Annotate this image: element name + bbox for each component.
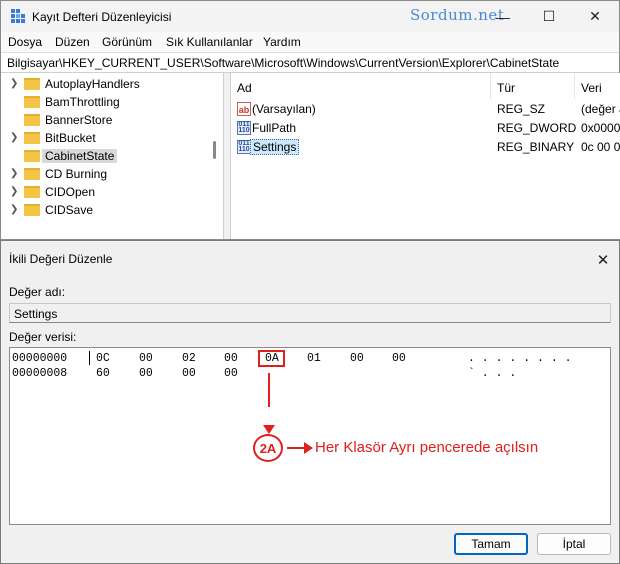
menu-help[interactable]: Yardım <box>263 35 301 49</box>
hex-byte[interactable]: 00 <box>350 352 364 365</box>
regedit-app-icon <box>11 9 25 23</box>
column-header-name[interactable]: Ad <box>237 81 252 95</box>
column-divider[interactable] <box>490 73 491 99</box>
column-header-type[interactable]: Tür <box>497 81 515 95</box>
folder-icon <box>24 96 40 108</box>
hex-cursor <box>89 351 90 365</box>
tree-item-label: BamThrottling <box>45 95 120 109</box>
menu-edit[interactable]: Düzen <box>55 35 90 49</box>
tree-item-cabinetstate[interactable]: CabinetState <box>1 147 211 165</box>
tree-item-label: CabinetState <box>42 149 118 163</box>
tree-item-label: AutoplayHandlers <box>45 77 140 91</box>
cancel-button[interactable]: İptal <box>537 533 611 555</box>
tree-item-label: BannerStore <box>45 113 113 127</box>
hex-byte[interactable]: 0C <box>96 352 110 365</box>
tree-item-label: BitBucket <box>45 131 96 145</box>
value-data-label: Değer verisi: <box>9 330 77 344</box>
menu-view[interactable]: Görünüm <box>102 35 152 49</box>
value-data: (değer ayarlanmamış) <box>581 102 620 116</box>
values-list-pane[interactable]: Ad Tür Veri ab (Varsayılan) REG_SZ (değe… <box>230 73 620 239</box>
hex-byte[interactable]: 60 <box>96 367 110 380</box>
value-type: REG_BINARY <box>497 140 575 154</box>
value-name-text: Settings <box>14 307 58 321</box>
title-bar[interactable]: Kayıt Defteri Düzenleyicisi Sordum.net —… <box>1 1 619 32</box>
tree-scrollbar-thumb[interactable] <box>213 141 216 159</box>
dialog-title: İkili Değeri Düzenle <box>9 252 113 266</box>
address-bar[interactable]: Bilgisayar\HKEY_CURRENT_USER\Software\Mi… <box>1 52 619 73</box>
hex-byte[interactable]: 00 <box>224 367 238 380</box>
ok-button[interactable]: Tamam <box>454 533 528 555</box>
value-name-label: Değer adı: <box>9 285 66 299</box>
tree-item-label: CIDOpen <box>45 185 96 199</box>
address-path: Bilgisayar\HKEY_CURRENT_USER\Software\Mi… <box>7 56 560 70</box>
chevron-right-icon[interactable]: ❯ <box>10 78 18 89</box>
tree-item-bannerstore[interactable]: BannerStore <box>1 111 211 129</box>
value-name: Settings <box>250 139 300 155</box>
value-data: 0x00000001 (1) <box>581 121 620 135</box>
string-value-icon: ab <box>237 102 251 116</box>
binary-value-icon: 011 110 <box>237 121 251 135</box>
registry-editor-window: Kayıt Defteri Düzenleyicisi Sordum.net —… <box>0 0 620 240</box>
hex-ascii: . . . . . . . . <box>468 352 572 365</box>
hex-byte[interactable]: 00 <box>224 352 238 365</box>
column-header-data[interactable]: Veri <box>581 81 602 95</box>
tree-item-cd-burning[interactable]: ❯ CD Burning <box>1 165 211 183</box>
folder-icon <box>24 114 40 126</box>
tree-item-bamthrottling[interactable]: BamThrottling <box>1 93 211 111</box>
arrow-right-icon <box>304 442 313 454</box>
arrow-down-icon <box>263 425 275 434</box>
hex-offset: 00000000 <box>12 352 68 365</box>
column-divider[interactable] <box>574 73 575 99</box>
value-row-settings[interactable]: 011110 Settings REG_BINARY 0c 00 02 00 0… <box>231 138 620 157</box>
tree-item-cidopen[interactable]: ❯ CIDOpen <box>1 183 211 201</box>
hex-byte[interactable]: 00 <box>182 367 196 380</box>
tree-item-bitbucket[interactable]: ❯ BitBucket <box>1 129 211 147</box>
chevron-right-icon[interactable]: ❯ <box>10 204 18 215</box>
value-type: REG_DWORD <box>497 121 577 135</box>
folder-icon <box>24 78 40 90</box>
hex-byte[interactable]: 01 <box>307 352 321 365</box>
menu-favorites[interactable]: Sık Kullanılanlar <box>166 35 253 49</box>
edit-binary-value-dialog: İkili Değeri Düzenle ✕ Değer adı: Settin… <box>0 240 620 564</box>
hex-byte[interactable]: 00 <box>139 352 153 365</box>
chevron-right-icon[interactable]: ❯ <box>10 186 18 197</box>
window-title: Kayıt Defteri Düzenleyicisi <box>32 10 172 24</box>
hex-ascii: ` . . . <box>468 367 517 380</box>
tree-item-label: CD Burning <box>45 167 108 181</box>
folder-icon <box>24 204 40 216</box>
annotation-arrow-line <box>268 373 270 407</box>
menu-bar: Dosya Düzen Görünüm Sık Kullanılanlar Ya… <box>1 32 619 52</box>
close-button[interactable]: ✕ <box>572 1 618 32</box>
value-name: FullPath <box>252 121 297 135</box>
folder-icon <box>24 150 40 162</box>
hex-editor[interactable]: 00000000 0C 00 02 00 0A 01 00 00 . . . .… <box>9 347 611 525</box>
binary-value-icon: 011 110 <box>237 140 251 154</box>
chevron-right-icon[interactable]: ❯ <box>10 168 18 179</box>
minimize-button[interactable]: — <box>480 1 526 32</box>
value-name: (Varsayılan) <box>252 102 316 116</box>
value-row-default[interactable]: ab (Varsayılan) REG_SZ (değer ayarlanmam… <box>231 100 620 119</box>
maximize-button[interactable]: ☐ <box>526 1 572 32</box>
hex-byte[interactable]: 00 <box>139 367 153 380</box>
value-row-fullpath[interactable]: 011110 FullPath REG_DWORD 0x00000001 (1) <box>231 119 620 138</box>
key-tree-pane[interactable]: ❯ AutoplayHandlers BamThrottling BannerS… <box>1 73 224 239</box>
folder-icon <box>24 186 40 198</box>
tree-item-cidsave[interactable]: ❯ CIDSave <box>1 201 211 219</box>
dialog-close-button[interactable]: ✕ <box>589 246 617 274</box>
tree-item-autoplayhandlers[interactable]: ❯ AutoplayHandlers <box>1 75 211 93</box>
folder-icon <box>24 132 40 144</box>
folder-icon <box>24 168 40 180</box>
annotation-badge: 2A <box>253 434 283 462</box>
menu-file[interactable]: Dosya <box>8 35 42 49</box>
hex-byte[interactable]: 02 <box>182 352 196 365</box>
chevron-right-icon[interactable]: ❯ <box>10 132 18 143</box>
annotation-text: Her Klasör Ayrı pencerede açılsın <box>315 439 539 456</box>
hex-byte[interactable]: 00 <box>392 352 406 365</box>
highlight-box <box>258 350 285 367</box>
value-type: REG_SZ <box>497 102 546 116</box>
tree-item-label: CIDSave <box>45 203 94 217</box>
value-data: 0c 00 02 00 0a 01 00 00 60 00 00 00 <box>581 140 620 154</box>
value-name-field: Settings <box>9 303 611 323</box>
hex-offset: 00000008 <box>12 367 68 380</box>
